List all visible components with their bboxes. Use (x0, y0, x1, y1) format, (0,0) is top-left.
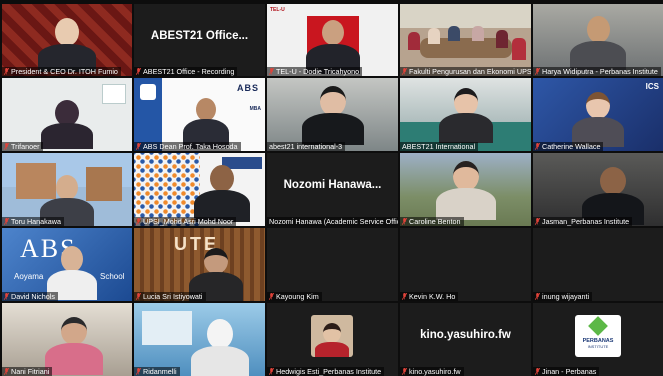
participant-video (194, 165, 250, 222)
participant-video (572, 92, 624, 147)
participant-name: Jinan - Perbanas (533, 367, 600, 376)
display-name-placeholder: kino.yasuhiro.fw (420, 329, 511, 341)
video-tile[interactable]: Caroline Benton (400, 153, 531, 226)
video-tile[interactable]: Nozomi Hanawa... Nozomi Hanawa (Academic… (267, 153, 398, 226)
participant-name: Catherine Wallace (533, 142, 604, 151)
mic-muted-icon (269, 293, 274, 300)
participant-name: David Nichols (2, 292, 58, 301)
participant-name: Trifanoer (2, 142, 43, 151)
participant-video (438, 88, 493, 143)
participant-name: inung wijayanti (533, 292, 593, 301)
participant-name: Harya Widiputra - Perbanas Institute (533, 67, 661, 76)
participant-video (38, 18, 96, 72)
participant-name: abest21 international-3 (267, 142, 346, 151)
video-tile[interactable]: ICS Catherine Wallace (533, 78, 663, 151)
mic-muted-icon (535, 68, 540, 75)
mic-muted-icon (4, 143, 9, 150)
participant-name: UPSI_Mohd Asri Mohd Noor (134, 217, 237, 226)
participant-name: ABEST21 International (400, 142, 479, 151)
participant-video (435, 161, 496, 220)
participant-name: Nani Fitriani (2, 367, 53, 376)
video-tile[interactable]: Fakulti Pengurusan dan Ekonomi UPSI (400, 4, 531, 76)
participant-name: ABEST21 Office - Recording (134, 67, 238, 76)
video-tile[interactable]: UTE Lucia Sri Istiyowati (134, 228, 265, 301)
video-tile[interactable]: Kayoung Kim (267, 228, 398, 301)
logo: ICS (645, 82, 659, 91)
profile-picture: PERBANAS INSTITUTE (575, 315, 621, 357)
logo-subtitle: School (100, 272, 125, 281)
participant-video (305, 20, 360, 74)
mic-muted-icon (402, 68, 407, 75)
video-tile[interactable]: President & CEO Dr. ITOH Fumio (2, 4, 132, 76)
participant-name: Hedwigis Esti_Perbanas Institute (267, 367, 385, 376)
participant-name: ABS Dean Prof. Taka Hosoda (134, 142, 241, 151)
participant-name: Lucia Sri Istiyowati (134, 292, 206, 301)
video-tile[interactable]: ABS MBA ABS Dean Prof. Taka Hosoda (134, 78, 265, 151)
video-tile[interactable]: Kevin K.W. Ho (400, 228, 531, 301)
video-tile[interactable]: Toru Hanakawa (2, 153, 132, 226)
video-tile[interactable]: Trifanoer (2, 78, 132, 151)
mic-muted-icon (402, 368, 407, 375)
mic-muted-icon (136, 368, 141, 375)
mic-muted-icon (4, 218, 9, 225)
video-tile[interactable]: TEL-U TEL-U - Dodie Tricahyono (267, 4, 398, 76)
mic-muted-icon (535, 368, 540, 375)
video-tile[interactable]: ABEST21 Office... ABEST21 Office - Recor… (134, 4, 265, 76)
logo-subtitle: MBA (249, 106, 261, 112)
background-pattern (134, 153, 200, 226)
mic-muted-icon (4, 68, 9, 75)
mic-muted-icon (136, 143, 141, 150)
participant-video (191, 319, 249, 376)
logo-subtitle: Aoyama (14, 272, 44, 281)
video-tile[interactable]: PERBANAS INSTITUTE Jinan - Perbanas (533, 303, 663, 376)
participant-name: Ridanmelli (134, 367, 180, 376)
participant-video (41, 100, 93, 149)
logo: TEL-U (270, 7, 285, 13)
participant-name: Nozomi Hanawa (Academic Service Offic... (267, 217, 398, 226)
video-tile-active-speaker[interactable]: ABEST21 International (400, 78, 531, 151)
video-tile[interactable]: inung wijayanti (533, 228, 663, 301)
mic-muted-icon (136, 293, 141, 300)
video-tile[interactable]: UPSI_Mohd Asri Mohd Noor (134, 153, 265, 226)
participant-name: Kevin K.W. Ho (400, 292, 459, 301)
participant-name: TEL-U - Dodie Tricahyono (267, 67, 363, 76)
video-tile[interactable]: Hedwigis Esti_Perbanas Institute (267, 303, 398, 376)
logo: ABS (236, 83, 259, 93)
participant-name: kino.yasuhiro.fw (400, 367, 464, 376)
participant-name: Kayoung Kim (267, 292, 322, 301)
display-name-placeholder: Nozomi Hanawa... (283, 179, 382, 191)
participant-name: Fakulti Pengurusan dan Ekonomi UPSI (400, 67, 531, 76)
video-tile[interactable]: ABS Aoyama School David Nichols (2, 228, 132, 301)
mic-muted-icon (269, 68, 274, 75)
profile-picture (311, 315, 353, 357)
mic-muted-icon (136, 68, 141, 75)
participant-video (45, 317, 103, 375)
mic-muted-icon (402, 218, 407, 225)
mic-muted-icon (269, 368, 274, 375)
mic-muted-icon (535, 293, 540, 300)
video-tile[interactable]: Harya Widiputra - Perbanas Institute (533, 4, 663, 76)
participant-name: Caroline Benton (400, 217, 464, 226)
mic-muted-icon (535, 143, 540, 150)
gallery-view: President & CEO Dr. ITOH Fumio ABEST21 O… (0, 0, 663, 376)
mic-muted-icon (4, 293, 9, 300)
display-name-placeholder: ABEST21 Office... (150, 30, 249, 42)
wall (400, 4, 531, 28)
mic-muted-icon (136, 218, 141, 225)
video-tile[interactable]: abest21 international-3 (267, 78, 398, 151)
mic-muted-icon (402, 293, 407, 300)
logo (102, 84, 126, 104)
participant-video (301, 86, 364, 145)
video-tile[interactable]: Jasman_Perbanas Institute (533, 153, 663, 226)
participant-name: Toru Hanakawa (2, 217, 64, 226)
video-tile[interactable]: Ridanmelli (134, 303, 265, 376)
mic-muted-icon (535, 218, 540, 225)
participant-name: President & CEO Dr. ITOH Fumio (2, 67, 121, 76)
video-tile[interactable]: kino.yasuhiro.fw kino.yasuhiro.fw (400, 303, 531, 376)
mic-muted-icon (4, 368, 9, 375)
participant-name: Jasman_Perbanas Institute (533, 217, 633, 226)
video-tile[interactable]: Nani Fitriani (2, 303, 132, 376)
participant-video (570, 16, 626, 71)
